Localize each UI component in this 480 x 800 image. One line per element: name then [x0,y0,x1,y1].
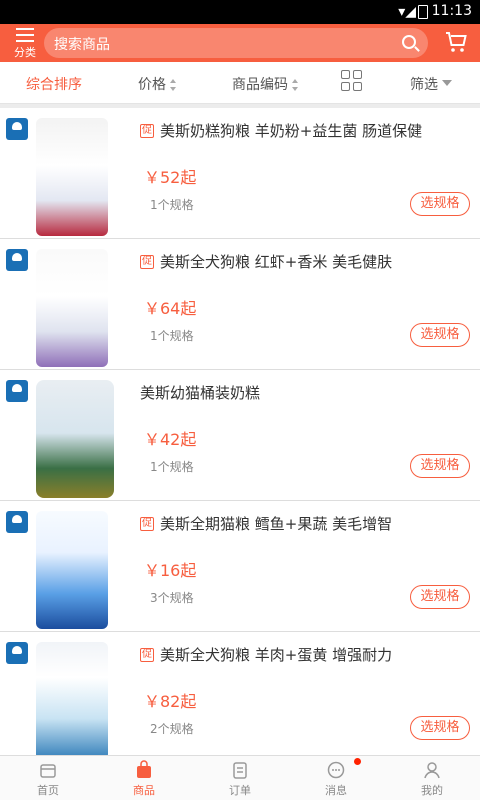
product-package [36,511,108,629]
select-spec-button[interactable]: 选规格 [410,454,470,478]
product-title[interactable]: 美斯奶糕狗粮 羊奶粉+益生菌 肠道保健 [160,120,422,141]
select-spec-button[interactable]: 选规格 [410,192,470,216]
product-image[interactable] [6,642,132,760]
product-package [36,118,108,236]
product-item[interactable]: 促 美斯全犬狗粮 红虾+香米 美毛健肤 ￥64起 1个规格 选规格 [0,239,480,370]
promo-badge: 促 [140,517,154,531]
status-bar: ▾◢ 11:13 [0,0,480,24]
status-time: 11:13 [431,3,472,19]
sort-comprehensive[interactable]: 综合排序 [26,74,82,94]
product-price: ￥82起 [144,692,197,711]
product-package [36,380,114,498]
product-image[interactable] [6,511,132,629]
product-price: ￥52起 [144,168,197,187]
order-icon [233,762,247,779]
category-button[interactable]: 分类 [10,26,40,60]
bottom-tab-bar: 首页 商品 订单 消息 我的 [0,755,480,800]
select-spec-button[interactable]: 选规格 [410,716,470,740]
tab-me[interactable]: 我的 [384,760,480,798]
tab-orders-label: 订单 [229,784,251,797]
product-spec-count: 2个规格 [150,722,194,736]
product-price: ￥16起 [144,561,197,580]
product-spec-count: 1个规格 [150,198,194,212]
product-price: ￥42起 [144,430,197,449]
menu-icon [16,28,34,42]
sort-arrows-icon [292,79,298,91]
tab-orders[interactable]: 订单 [192,760,288,798]
sort-code-label: 商品编码 [232,77,288,93]
promo-badge: 促 [140,648,154,662]
select-spec-button[interactable]: 选规格 [410,323,470,347]
filter-button[interactable]: 筛选 [410,74,452,94]
brand-logo-icon [6,380,28,402]
product-price: ￥64起 [144,299,197,318]
product-title[interactable]: 美斯全犬狗粮 羊肉+蛋黄 增强耐力 [160,644,392,665]
tab-messages-label: 消息 [325,784,347,797]
notification-dot [354,758,361,765]
product-list: 促 美斯奶糕狗粮 羊奶粉+益生菌 肠道保健 ￥52起 1个规格 选规格 促 美斯… [0,108,480,763]
select-spec-button[interactable]: 选规格 [410,585,470,609]
filter-label: 筛选 [410,77,438,93]
promo-badge: 促 [140,124,154,138]
brand-logo-icon [6,511,28,533]
tab-products[interactable]: 商品 [96,760,192,798]
search-icon[interactable] [402,35,416,49]
product-item[interactable]: 美斯幼猫桶装奶糕 ￥42起 1个规格 选规格 [0,370,480,501]
brand-logo-icon [6,118,28,140]
brand-logo-icon [6,249,28,271]
product-spec-count: 1个规格 [150,460,194,474]
product-package [36,249,108,367]
tab-home[interactable]: 首页 [0,760,96,798]
product-spec-count: 3个规格 [150,591,194,605]
sort-code[interactable]: 商品编码 [232,74,298,94]
product-item[interactable]: 促 美斯全犬狗粮 羊肉+蛋黄 增强耐力 ￥82起 2个规格 选规格 [0,632,480,763]
product-package [36,642,108,760]
product-image[interactable] [6,249,132,367]
grid-view-icon[interactable] [341,70,363,92]
search-bar[interactable]: 搜索商品 [44,28,428,58]
battery-icon [418,5,428,19]
message-icon [327,761,345,779]
product-image[interactable] [6,118,132,236]
sort-price[interactable]: 价格 [138,74,176,94]
sort-arrows-icon [170,79,176,91]
tab-products-label: 商品 [133,784,155,797]
category-label: 分类 [14,46,36,59]
product-item[interactable]: 促 美斯奶糕狗粮 羊奶粉+益生菌 肠道保健 ￥52起 1个规格 选规格 [0,108,480,239]
product-image[interactable] [6,380,132,498]
promo-badge: 促 [140,255,154,269]
home-icon [40,764,56,778]
bag-icon [137,760,151,778]
product-title[interactable]: 美斯全期猫粮 鳕鱼+果蔬 美毛增智 [160,513,392,534]
signal-icon: ▾◢ [398,4,416,20]
user-icon [424,762,440,779]
tab-messages[interactable]: 消息 [288,760,384,798]
product-item[interactable]: 促 美斯全期猫粮 鳕鱼+果蔬 美毛增智 ￥16起 3个规格 选规格 [0,501,480,632]
sort-bar: 综合排序 价格 商品编码 筛选 [0,62,480,104]
tab-home-label: 首页 [37,784,59,797]
filter-icon [442,80,452,90]
product-spec-count: 1个规格 [150,329,194,343]
search-placeholder: 搜索商品 [54,37,110,53]
top-header: 分类 搜索商品 [0,24,480,62]
brand-logo-icon [6,642,28,664]
product-title[interactable]: 美斯全犬狗粮 红虾+香米 美毛健肤 [160,251,392,272]
product-title[interactable]: 美斯幼猫桶装奶糕 [140,382,260,403]
tab-me-label: 我的 [421,784,443,797]
sort-price-label: 价格 [138,77,166,93]
cart-icon[interactable] [444,30,468,54]
